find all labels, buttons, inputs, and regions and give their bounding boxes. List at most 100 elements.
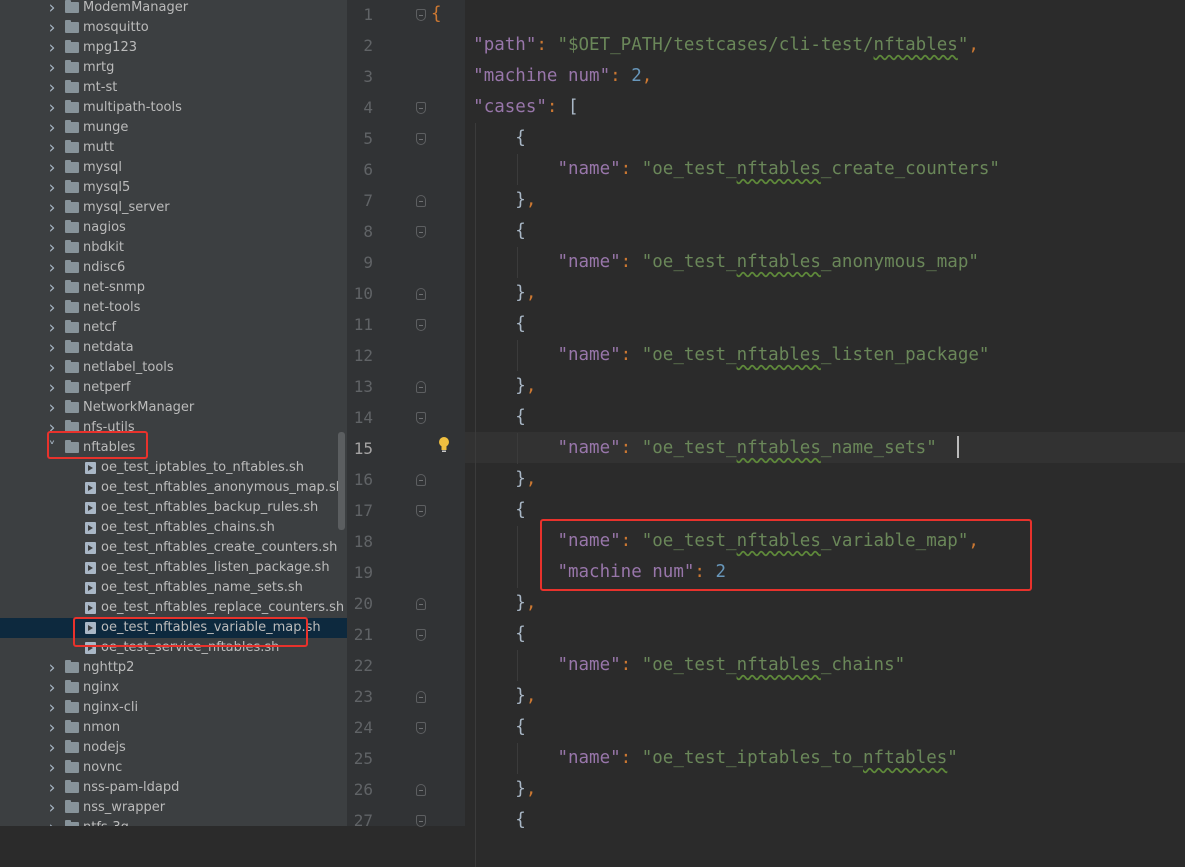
chevron-right-icon[interactable]: › bbox=[46, 378, 58, 398]
chevron-right-icon[interactable]: › bbox=[46, 258, 58, 278]
chevron-right-icon[interactable]: › bbox=[46, 138, 58, 158]
tree-file-item[interactable]: oe_test_iptables_to_nftables.sh bbox=[0, 458, 347, 478]
tree-file-item[interactable]: oe_test_nftables_replace_counters.sh bbox=[0, 598, 347, 618]
tree-folder-item[interactable]: › nodejs bbox=[0, 738, 347, 758]
chevron-right-icon[interactable]: › bbox=[46, 0, 58, 18]
chevron-right-icon[interactable]: › bbox=[46, 318, 58, 338]
tree-folder-item[interactable]: › ModemManager bbox=[0, 0, 347, 18]
folder-icon bbox=[65, 140, 79, 153]
tree-folder-item[interactable]: › ndisc6 bbox=[0, 258, 347, 278]
chevron-right-icon[interactable]: › bbox=[46, 278, 58, 298]
chevron-right-icon[interactable]: › bbox=[46, 218, 58, 238]
tree-folder-item[interactable]: › nginx bbox=[0, 678, 347, 698]
lightbulb-icon[interactable] bbox=[438, 436, 450, 454]
tree-item-label: nginx bbox=[83, 680, 120, 695]
tree-folder-item[interactable]: › net-snmp bbox=[0, 278, 347, 298]
fold-start-icon[interactable] bbox=[416, 226, 426, 238]
chevron-right-icon[interactable]: › bbox=[46, 98, 58, 118]
tree-folder-item[interactable]: › mpg123 bbox=[0, 38, 347, 58]
fold-start-icon[interactable] bbox=[416, 412, 426, 424]
fold-end-icon[interactable] bbox=[416, 598, 426, 610]
chevron-right-icon[interactable]: › bbox=[46, 798, 58, 818]
chevron-right-icon[interactable]: › bbox=[46, 818, 58, 826]
fold-start-icon[interactable] bbox=[416, 629, 426, 641]
chevron-right-icon[interactable]: › bbox=[46, 38, 58, 58]
tree-folder-item[interactable]: › mysql5 bbox=[0, 178, 347, 198]
code-line: "name": "oe_test_nftables_listen_package… bbox=[431, 340, 989, 371]
tree-item-label: oe_test_nftables_chains.sh bbox=[101, 520, 275, 535]
chevron-right-icon[interactable]: › bbox=[46, 158, 58, 178]
tree-folder-item[interactable]: › nagios bbox=[0, 218, 347, 238]
tree-folder-item[interactable]: › netperf bbox=[0, 378, 347, 398]
fold-end-icon[interactable] bbox=[416, 381, 426, 393]
tree-folder-item[interactable]: › mysql_server bbox=[0, 198, 347, 218]
chevron-right-icon[interactable]: › bbox=[46, 238, 58, 258]
code-token: , bbox=[525, 686, 537, 706]
tree-folder-item[interactable]: › multipath-tools bbox=[0, 98, 347, 118]
tree-file-item[interactable]: oe_test_nftables_name_sets.sh bbox=[0, 578, 347, 598]
tree-folder-item[interactable]: › mysql bbox=[0, 158, 347, 178]
chevron-right-icon[interactable]: › bbox=[46, 778, 58, 798]
tree-item-label: ntfs-3g bbox=[83, 818, 129, 826]
fold-end-icon[interactable] bbox=[416, 288, 426, 300]
fold-end-icon[interactable] bbox=[416, 195, 426, 207]
chevron-right-icon[interactable]: › bbox=[46, 678, 58, 698]
chevron-right-icon[interactable]: › bbox=[46, 738, 58, 758]
chevron-right-icon[interactable]: › bbox=[46, 298, 58, 318]
tree-file-item[interactable]: oe_test_nftables_anonymous_map.sh bbox=[0, 478, 347, 498]
chevron-right-icon[interactable]: › bbox=[46, 58, 58, 78]
tree-file-item[interactable]: oe_test_nftables_backup_rules.sh bbox=[0, 498, 347, 518]
tree-folder-item[interactable]: › nghttp2 bbox=[0, 658, 347, 678]
fold-start-icon[interactable] bbox=[416, 505, 426, 517]
line-number: 19 bbox=[353, 563, 373, 582]
chevron-right-icon[interactable]: › bbox=[46, 338, 58, 358]
code-token: nftables bbox=[736, 345, 821, 365]
tree-folder-item[interactable]: › netcf bbox=[0, 318, 347, 338]
line-number: 4 bbox=[363, 98, 373, 117]
tree-folder-item[interactable]: › netdata bbox=[0, 338, 347, 358]
fold-end-icon[interactable] bbox=[416, 474, 426, 486]
tree-folder-item[interactable]: › nmon bbox=[0, 718, 347, 738]
fold-start-icon[interactable] bbox=[416, 815, 426, 827]
chevron-right-icon[interactable]: › bbox=[46, 658, 58, 678]
tree-folder-item[interactable]: › nginx-cli bbox=[0, 698, 347, 718]
chevron-right-icon[interactable]: › bbox=[46, 358, 58, 378]
fold-start-icon[interactable] bbox=[416, 102, 426, 114]
tree-folder-item[interactable]: › novnc bbox=[0, 758, 347, 778]
fold-start-icon[interactable] bbox=[416, 133, 426, 145]
fold-start-icon[interactable] bbox=[416, 319, 426, 331]
tree-file-item[interactable]: oe_test_nftables_chains.sh bbox=[0, 518, 347, 538]
chevron-right-icon[interactable]: › bbox=[46, 118, 58, 138]
tree-folder-item[interactable]: › nss-pam-ldapd bbox=[0, 778, 347, 798]
chevron-right-icon[interactable]: › bbox=[46, 198, 58, 218]
chevron-right-icon[interactable]: › bbox=[46, 698, 58, 718]
tree-folder-item[interactable]: › munge bbox=[0, 118, 347, 138]
tree-folder-item[interactable]: › netlabel_tools bbox=[0, 358, 347, 378]
folder-icon bbox=[65, 220, 79, 233]
fold-end-icon[interactable] bbox=[416, 691, 426, 703]
chevron-right-icon[interactable]: › bbox=[46, 758, 58, 778]
tree-file-item[interactable]: oe_test_nftables_create_counters.sh bbox=[0, 538, 347, 558]
tree-folder-item[interactable]: › nbdkit bbox=[0, 238, 347, 258]
tree-file-item[interactable]: oe_test_nftables_listen_package.sh bbox=[0, 558, 347, 578]
chevron-right-icon[interactable]: › bbox=[46, 18, 58, 38]
tree-folder-item[interactable]: › mrtg bbox=[0, 58, 347, 78]
tree-folder-item[interactable]: › mt-st bbox=[0, 78, 347, 98]
tree-folder-item[interactable]: › net-tools bbox=[0, 298, 347, 318]
tree-folder-item[interactable]: › ntfs-3g bbox=[0, 818, 347, 826]
project-tree-scrollbar[interactable] bbox=[338, 432, 345, 530]
tree-folder-item[interactable]: › mutt bbox=[0, 138, 347, 158]
tree-folder-item[interactable]: › nss_wrapper bbox=[0, 798, 347, 818]
fold-end-icon[interactable] bbox=[416, 784, 426, 796]
chevron-right-icon[interactable]: › bbox=[46, 718, 58, 738]
tree-folder-item[interactable]: › NetworkManager bbox=[0, 398, 347, 418]
chevron-right-icon[interactable]: › bbox=[46, 178, 58, 198]
folder-icon bbox=[65, 380, 79, 393]
tree-folder-item[interactable]: › mosquitto bbox=[0, 18, 347, 38]
chevron-right-icon[interactable]: › bbox=[46, 398, 58, 418]
folder-icon bbox=[65, 780, 79, 793]
chevron-right-icon[interactable]: › bbox=[46, 78, 58, 98]
fold-start-icon[interactable] bbox=[416, 722, 426, 734]
fold-start-icon[interactable] bbox=[416, 9, 426, 21]
line-number: 26 bbox=[353, 780, 373, 799]
